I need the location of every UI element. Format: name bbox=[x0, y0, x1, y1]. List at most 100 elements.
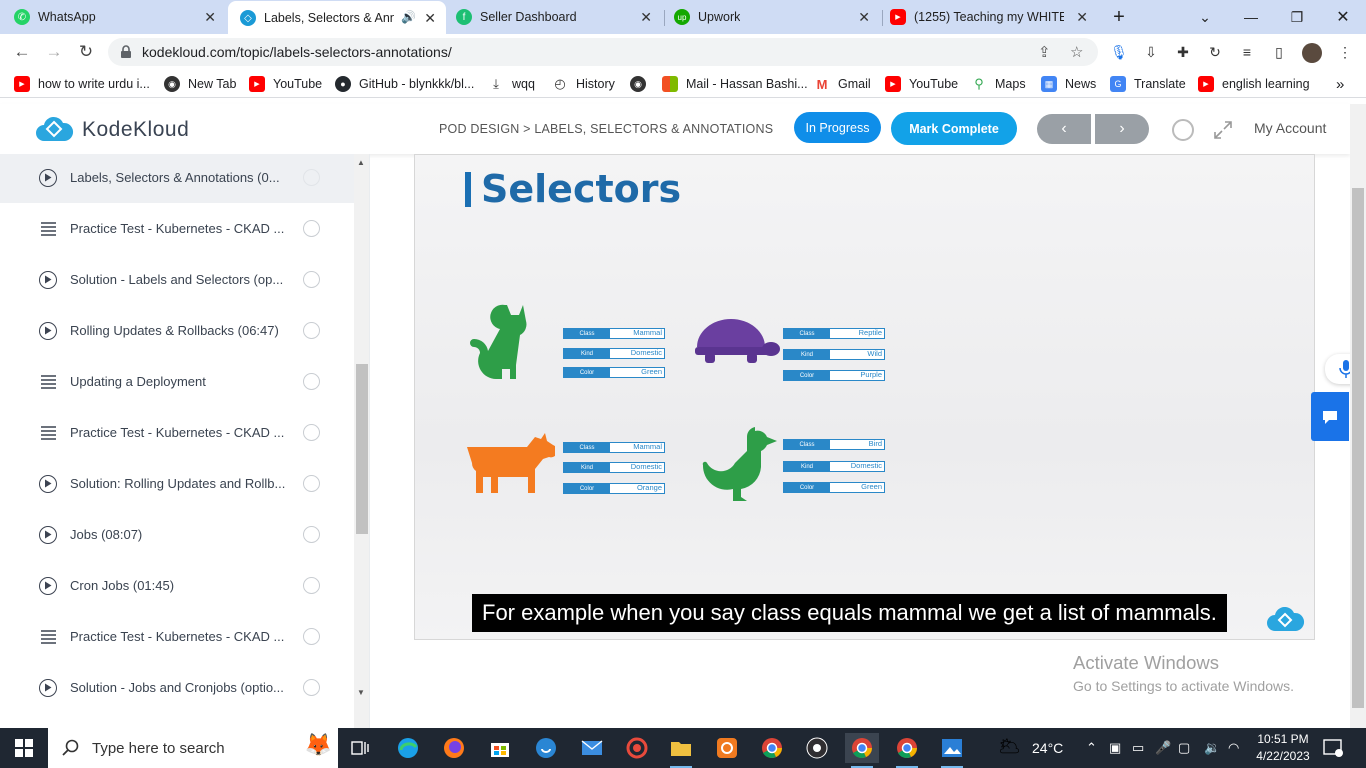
tab-upwork[interactable]: up Upwork ✕ bbox=[674, 0, 880, 34]
photos-icon[interactable] bbox=[935, 733, 969, 768]
close-icon[interactable]: ✕ bbox=[858, 9, 870, 26]
reload-button[interactable]: ↻ bbox=[74, 40, 98, 64]
network-adapter-icon[interactable]: ▭ bbox=[1132, 740, 1144, 756]
profile-avatar[interactable] bbox=[1302, 43, 1322, 63]
weather-temperature[interactable]: 24°C bbox=[1032, 740, 1063, 756]
settings-gear-app-icon[interactable] bbox=[710, 733, 744, 763]
kodekloud-logo[interactable]: KodeKloud bbox=[34, 115, 189, 145]
bookmark-item[interactable]: ◉ bbox=[630, 76, 654, 92]
bookmark-item[interactable]: ⚲ Maps bbox=[971, 76, 1025, 92]
close-icon[interactable]: ✕ bbox=[424, 10, 436, 27]
close-icon[interactable]: ✕ bbox=[640, 9, 652, 26]
camera-tray-icon[interactable]: ▢ bbox=[1178, 740, 1190, 756]
video-player[interactable]: Selectors Class Mammal Kind Domestic Color… bbox=[414, 154, 1315, 640]
lesson-complete-checkbox[interactable] bbox=[303, 679, 320, 696]
fullscreen-icon[interactable] bbox=[1213, 120, 1233, 140]
bookmark-item[interactable]: ▶ english learning bbox=[1198, 76, 1310, 92]
close-window-button[interactable]: ✕ bbox=[1320, 0, 1366, 34]
my-account-link[interactable]: My Account bbox=[1254, 120, 1326, 136]
system-clock[interactable]: 10:51 PM 4/22/2023 bbox=[1248, 731, 1318, 765]
lesson-complete-checkbox[interactable] bbox=[303, 322, 320, 339]
lesson-item[interactable]: Practice Test - Kubernetes - CKAD ... bbox=[0, 611, 354, 662]
lesson-item[interactable]: Updating a Deployment bbox=[0, 356, 354, 407]
skype-icon[interactable] bbox=[529, 733, 563, 763]
chrome-profile-h-icon[interactable] bbox=[890, 733, 924, 768]
lesson-complete-checkbox[interactable] bbox=[303, 475, 320, 492]
bookmark-item[interactable]: ▶ YouTube bbox=[249, 76, 322, 92]
tab-search-button[interactable]: ⌄ bbox=[1182, 0, 1228, 34]
bookmark-item[interactable]: ▶ how to write urdu i... bbox=[14, 76, 150, 92]
wifi-icon[interactable]: ◠ bbox=[1228, 740, 1239, 756]
next-lesson-button[interactable]: › bbox=[1095, 114, 1149, 144]
close-icon[interactable]: ✕ bbox=[1076, 9, 1088, 26]
speaker-icon[interactable]: 🔊 bbox=[401, 10, 416, 24]
bookmark-item[interactable]: M Gmail bbox=[814, 76, 871, 92]
bookmarks-overflow-chevron-icon[interactable]: » bbox=[1336, 76, 1344, 93]
lesson-item[interactable]: Solution - Labels and Selectors (op... bbox=[0, 254, 354, 305]
forward-button[interactable]: → bbox=[42, 40, 66, 64]
minimize-button[interactable]: — bbox=[1228, 0, 1274, 34]
chrome-profile-icon[interactable] bbox=[845, 733, 879, 768]
bookmark-item[interactable]: ⤓ wqq bbox=[488, 76, 535, 92]
lesson-item[interactable]: Solution - Jobs and Cronjobs (optio... bbox=[0, 662, 354, 713]
download-extension-icon[interactable]: ⇩ bbox=[1142, 43, 1160, 61]
lesson-complete-checkbox[interactable] bbox=[303, 169, 320, 186]
scroll-up-arrow-icon[interactable]: ▲ bbox=[357, 158, 365, 167]
sidebar-scroll-thumb[interactable] bbox=[356, 364, 368, 534]
microsoft-store-icon[interactable] bbox=[483, 733, 517, 763]
dark-mode-toggle-icon[interactable] bbox=[1171, 118, 1195, 142]
bookmark-item[interactable]: G Translate bbox=[1110, 76, 1186, 92]
lesson-complete-checkbox[interactable] bbox=[303, 271, 320, 288]
scroll-down-arrow-icon[interactable]: ▼ bbox=[357, 688, 365, 697]
page-scrollbar[interactable] bbox=[1350, 104, 1366, 728]
device-icon[interactable]: ▣ bbox=[1109, 740, 1121, 756]
app-swirl-icon[interactable] bbox=[620, 733, 654, 763]
lesson-complete-checkbox[interactable] bbox=[303, 424, 320, 441]
tab-seller-dashboard[interactable]: f Seller Dashboard ✕ bbox=[456, 0, 662, 34]
lesson-complete-checkbox[interactable] bbox=[303, 220, 320, 237]
extensions-puzzle-icon[interactable]: ✚ bbox=[1174, 43, 1192, 61]
lesson-item[interactable]: Jobs (08:07) bbox=[0, 509, 354, 560]
lesson-item[interactable]: Cron Jobs (01:45) bbox=[0, 560, 354, 611]
lesson-item[interactable]: Rolling Updates & Rollbacks (06:47) bbox=[0, 305, 354, 356]
bookmark-star-icon[interactable]: ☆ bbox=[1070, 43, 1083, 61]
lesson-item[interactable]: Solution: Rolling Updates and Rollb... bbox=[0, 458, 354, 509]
mark-complete-button[interactable]: Mark Complete bbox=[891, 112, 1017, 145]
back-button[interactable]: ← bbox=[10, 40, 34, 64]
sync-extension-icon[interactable]: ↻ bbox=[1206, 43, 1224, 61]
lesson-item[interactable]: Practice Test - Kubernetes - CKAD ... bbox=[0, 203, 354, 254]
close-icon[interactable]: ✕ bbox=[204, 9, 216, 26]
microphone-tray-icon[interactable]: 🎤 bbox=[1155, 740, 1171, 756]
bookmark-item[interactable]: ● GitHub - blynkkk/bl... bbox=[335, 76, 474, 92]
firefox-icon[interactable] bbox=[437, 733, 471, 763]
volume-icon[interactable]: 🔉 bbox=[1204, 740, 1220, 756]
bookmark-item[interactable]: Mail - Hassan Bashi... bbox=[662, 76, 808, 92]
show-hidden-icons-chevron-icon[interactable]: ⌃ bbox=[1086, 740, 1097, 756]
floating-chat-button[interactable] bbox=[1311, 392, 1349, 441]
taskbar-search-box[interactable]: Type here to search 🦊 bbox=[48, 728, 338, 768]
lesson-complete-checkbox[interactable] bbox=[303, 577, 320, 594]
microphone-extension-icon[interactable]: 🎙 bbox=[1110, 43, 1128, 61]
page-scroll-thumb[interactable] bbox=[1352, 188, 1364, 708]
bookmark-item[interactable]: ▦ News bbox=[1041, 76, 1096, 92]
lesson-complete-checkbox[interactable] bbox=[303, 373, 320, 390]
mail-icon[interactable] bbox=[575, 733, 609, 763]
chrome-icon[interactable] bbox=[755, 733, 789, 763]
lock-icon[interactable] bbox=[118, 44, 134, 60]
tab-youtube[interactable]: ▶ (1255) Teaching my WHITE fr ✕ bbox=[890, 0, 1098, 34]
edge-icon[interactable] bbox=[391, 733, 425, 763]
browser-menu-icon[interactable]: ⋮ bbox=[1336, 43, 1354, 61]
file-explorer-icon[interactable] bbox=[664, 733, 698, 768]
bookmark-item[interactable]: ◴ History bbox=[552, 76, 615, 92]
lesson-item[interactable]: Labels, Selectors & Annotations (0... bbox=[0, 154, 354, 203]
weather-icon[interactable]: 🌥 bbox=[998, 736, 1021, 757]
new-tab-button[interactable]: + bbox=[1096, 0, 1142, 34]
side-panel-icon[interactable]: ▯ bbox=[1270, 43, 1288, 61]
obs-icon[interactable] bbox=[800, 733, 834, 763]
notification-center-icon[interactable] bbox=[1322, 737, 1344, 759]
bookmark-item[interactable]: ◉ New Tab bbox=[164, 76, 236, 92]
lesson-complete-checkbox[interactable] bbox=[303, 628, 320, 645]
address-bar[interactable]: kodekloud.com/topic/labels-selectors-ann… bbox=[108, 38, 1098, 66]
share-icon[interactable]: ⇪ bbox=[1038, 43, 1051, 61]
tab-whatsapp[interactable]: ✆ WhatsApp ✕ bbox=[14, 0, 226, 34]
